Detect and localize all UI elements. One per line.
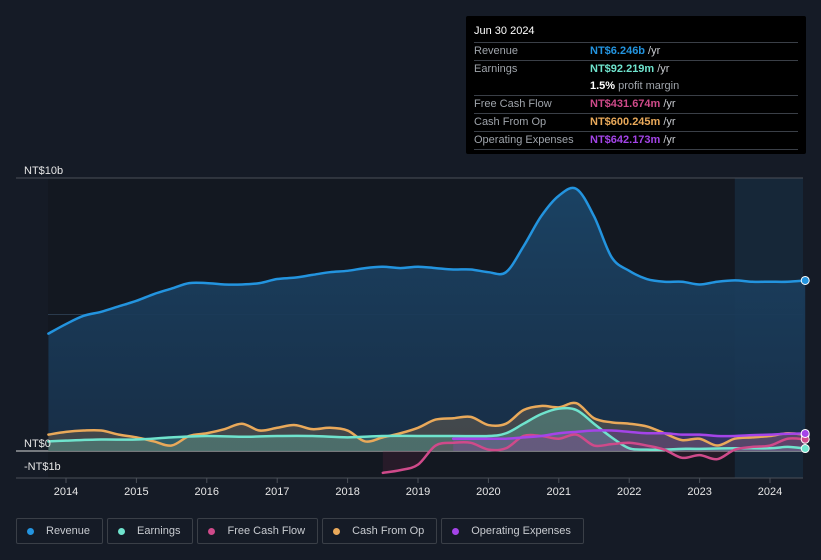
x-tick-label: 2021: [547, 486, 571, 498]
legend-label: Operating Expenses: [471, 525, 571, 537]
tooltip-row-earnings: Earnings NT$92.219m /yr: [474, 61, 798, 78]
legend-item-revenue[interactable]: Revenue: [16, 518, 104, 544]
y-tick-label: -NT$1b: [24, 461, 61, 473]
tooltip-row-profit-margin: 1.5% profit margin: [474, 78, 798, 96]
tooltip-unit: /yr: [663, 116, 676, 128]
tooltip-value: NT$431.674m: [590, 98, 661, 110]
endpoint-revenue: [800, 275, 810, 285]
y-tick-label: NT$0: [24, 438, 51, 450]
tooltip-label: Earnings: [474, 63, 518, 75]
tooltip-label: Revenue: [474, 45, 519, 57]
legend-label: Revenue: [46, 525, 91, 537]
legend-dot-icon: [208, 527, 216, 535]
tooltip-unit: /yr: [657, 63, 670, 75]
legend-dot-icon: [27, 527, 34, 535]
tooltip-panel: Jun 30 2024 Revenue NT$6.246b /yr Earnin…: [466, 16, 806, 154]
legend-label: Cash From Op: [352, 525, 425, 537]
legend-item-cash-from-op[interactable]: Cash From Op: [322, 518, 438, 544]
tooltip-row-cash-from-op: Cash From Op NT$600.245m /yr: [474, 114, 798, 132]
tooltip-label: [474, 78, 590, 95]
x-tick-label: 2017: [265, 486, 289, 498]
y-tick-label: NT$10b: [24, 165, 63, 177]
x-tick-label: 2015: [124, 486, 148, 498]
tooltip-value: NT$6.246b: [590, 45, 646, 57]
tooltip-unit: /yr: [648, 45, 661, 57]
x-tick-label: 2024: [758, 486, 782, 498]
legend-dot-icon: [452, 527, 460, 535]
tooltip-unit: /yr: [663, 98, 676, 110]
tooltip-unit: /yr: [663, 134, 676, 146]
x-tick-label: 2019: [406, 486, 430, 498]
legend-label: Earnings: [137, 525, 181, 537]
legend-item-free-cash-flow[interactable]: Free Cash Flow: [197, 518, 319, 544]
chart-legend: Revenue Earnings Free Cash Flow Cash Fro…: [16, 518, 584, 544]
profit-margin-value: 1.5%: [590, 80, 616, 92]
x-tick-label: 2023: [687, 486, 711, 498]
legend-item-operating-expenses[interactable]: Operating Expenses: [441, 518, 584, 544]
legend-dot-icon: [333, 527, 341, 535]
x-tick-label: 2022: [617, 486, 641, 498]
x-tick-label: 2020: [476, 486, 500, 498]
tooltip-date: Jun 30 2024: [474, 22, 798, 43]
tooltip-row-free-cash-flow: Free Cash Flow NT$431.674m /yr: [474, 96, 798, 114]
legend-dot-icon: [118, 527, 126, 535]
x-tick-label: 2018: [335, 486, 359, 498]
tooltip-label: Cash From Op: [474, 116, 547, 128]
tooltip-value: NT$92.219m: [590, 63, 655, 75]
x-tick-label: 2016: [195, 486, 219, 498]
endpoint-earnings: [800, 444, 810, 454]
legend-item-earnings[interactable]: Earnings: [107, 518, 194, 544]
endpoint-operating-expenses: [800, 428, 810, 438]
tooltip-value: NT$642.173m: [590, 134, 661, 146]
x-tick-label: 2014: [54, 486, 78, 498]
legend-label: Free Cash Flow: [227, 525, 306, 537]
tooltip-value: NT$600.245m: [590, 116, 661, 128]
tooltip-row-operating-expenses: Operating Expenses NT$642.173m /yr: [474, 132, 798, 150]
tooltip-label: Free Cash Flow: [474, 98, 552, 110]
tooltip-label: Operating Expenses: [474, 134, 574, 146]
profit-margin-label: profit margin: [618, 80, 680, 92]
tooltip-row-revenue: Revenue NT$6.246b /yr: [474, 43, 798, 61]
